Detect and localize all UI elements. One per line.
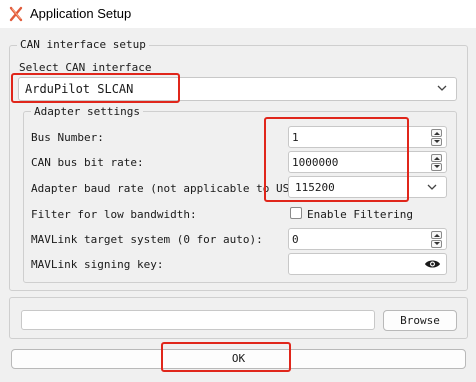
filter-label: Filter for low bandwidth: <box>31 208 197 221</box>
baud-rate-dropdown[interactable]: 115200 <box>288 176 447 198</box>
mav-target-spinbox[interactable]: 0 <box>288 228 447 250</box>
enable-filtering-checkbox[interactable] <box>290 207 302 219</box>
can-interface-group-legend: CAN interface setup <box>17 38 149 51</box>
mav-target-stepper[interactable] <box>431 231 443 249</box>
chevron-down-icon <box>437 85 447 91</box>
x-app-icon <box>9 6 23 22</box>
enable-filtering-label[interactable]: Enable Filtering <box>307 208 413 221</box>
spin-up-icon[interactable] <box>431 231 442 239</box>
bus-number-value: 1 <box>292 131 299 144</box>
file-path-input[interactable] <box>21 310 375 330</box>
signing-key-field[interactable] <box>288 253 447 275</box>
spin-up-icon[interactable] <box>431 129 442 137</box>
baud-rate-value: 115200 <box>295 181 335 194</box>
chevron-down-icon <box>427 184 437 190</box>
mav-target-value: 0 <box>292 233 299 246</box>
adapter-settings-legend: Adapter settings <box>31 105 143 118</box>
select-can-interface-label: Select CAN interface <box>19 61 152 74</box>
eye-icon[interactable] <box>424 258 441 270</box>
baud-rate-label: Adapter baud rate (not applicable to USB… <box>31 182 310 195</box>
can-interface-dropdown[interactable]: ArduPilot SLCAN <box>18 77 457 101</box>
bus-number-stepper[interactable] <box>431 129 443 147</box>
signing-key-label: MAVLink signing key: <box>31 258 164 271</box>
mav-target-label: MAVLink target system (0 for auto): <box>31 233 263 246</box>
bitrate-label: CAN bus bit rate: <box>31 156 144 169</box>
window-title: Application Setup <box>30 6 132 21</box>
browse-button[interactable]: Browse <box>383 310 457 331</box>
spin-down-icon[interactable] <box>431 163 442 171</box>
bus-number-label: Bus Number: <box>31 131 104 144</box>
bitrate-stepper[interactable] <box>431 154 443 172</box>
spin-up-icon[interactable] <box>431 154 442 162</box>
can-interface-value: ArduPilot SLCAN <box>25 82 134 96</box>
bus-number-spinbox[interactable]: 1 <box>288 126 447 148</box>
spin-down-icon[interactable] <box>431 240 442 248</box>
spin-down-icon[interactable] <box>431 138 442 146</box>
bitrate-value: 1000000 <box>292 156 339 169</box>
bitrate-spinbox[interactable]: 1000000 <box>288 151 447 173</box>
ok-button[interactable]: OK <box>11 349 466 369</box>
